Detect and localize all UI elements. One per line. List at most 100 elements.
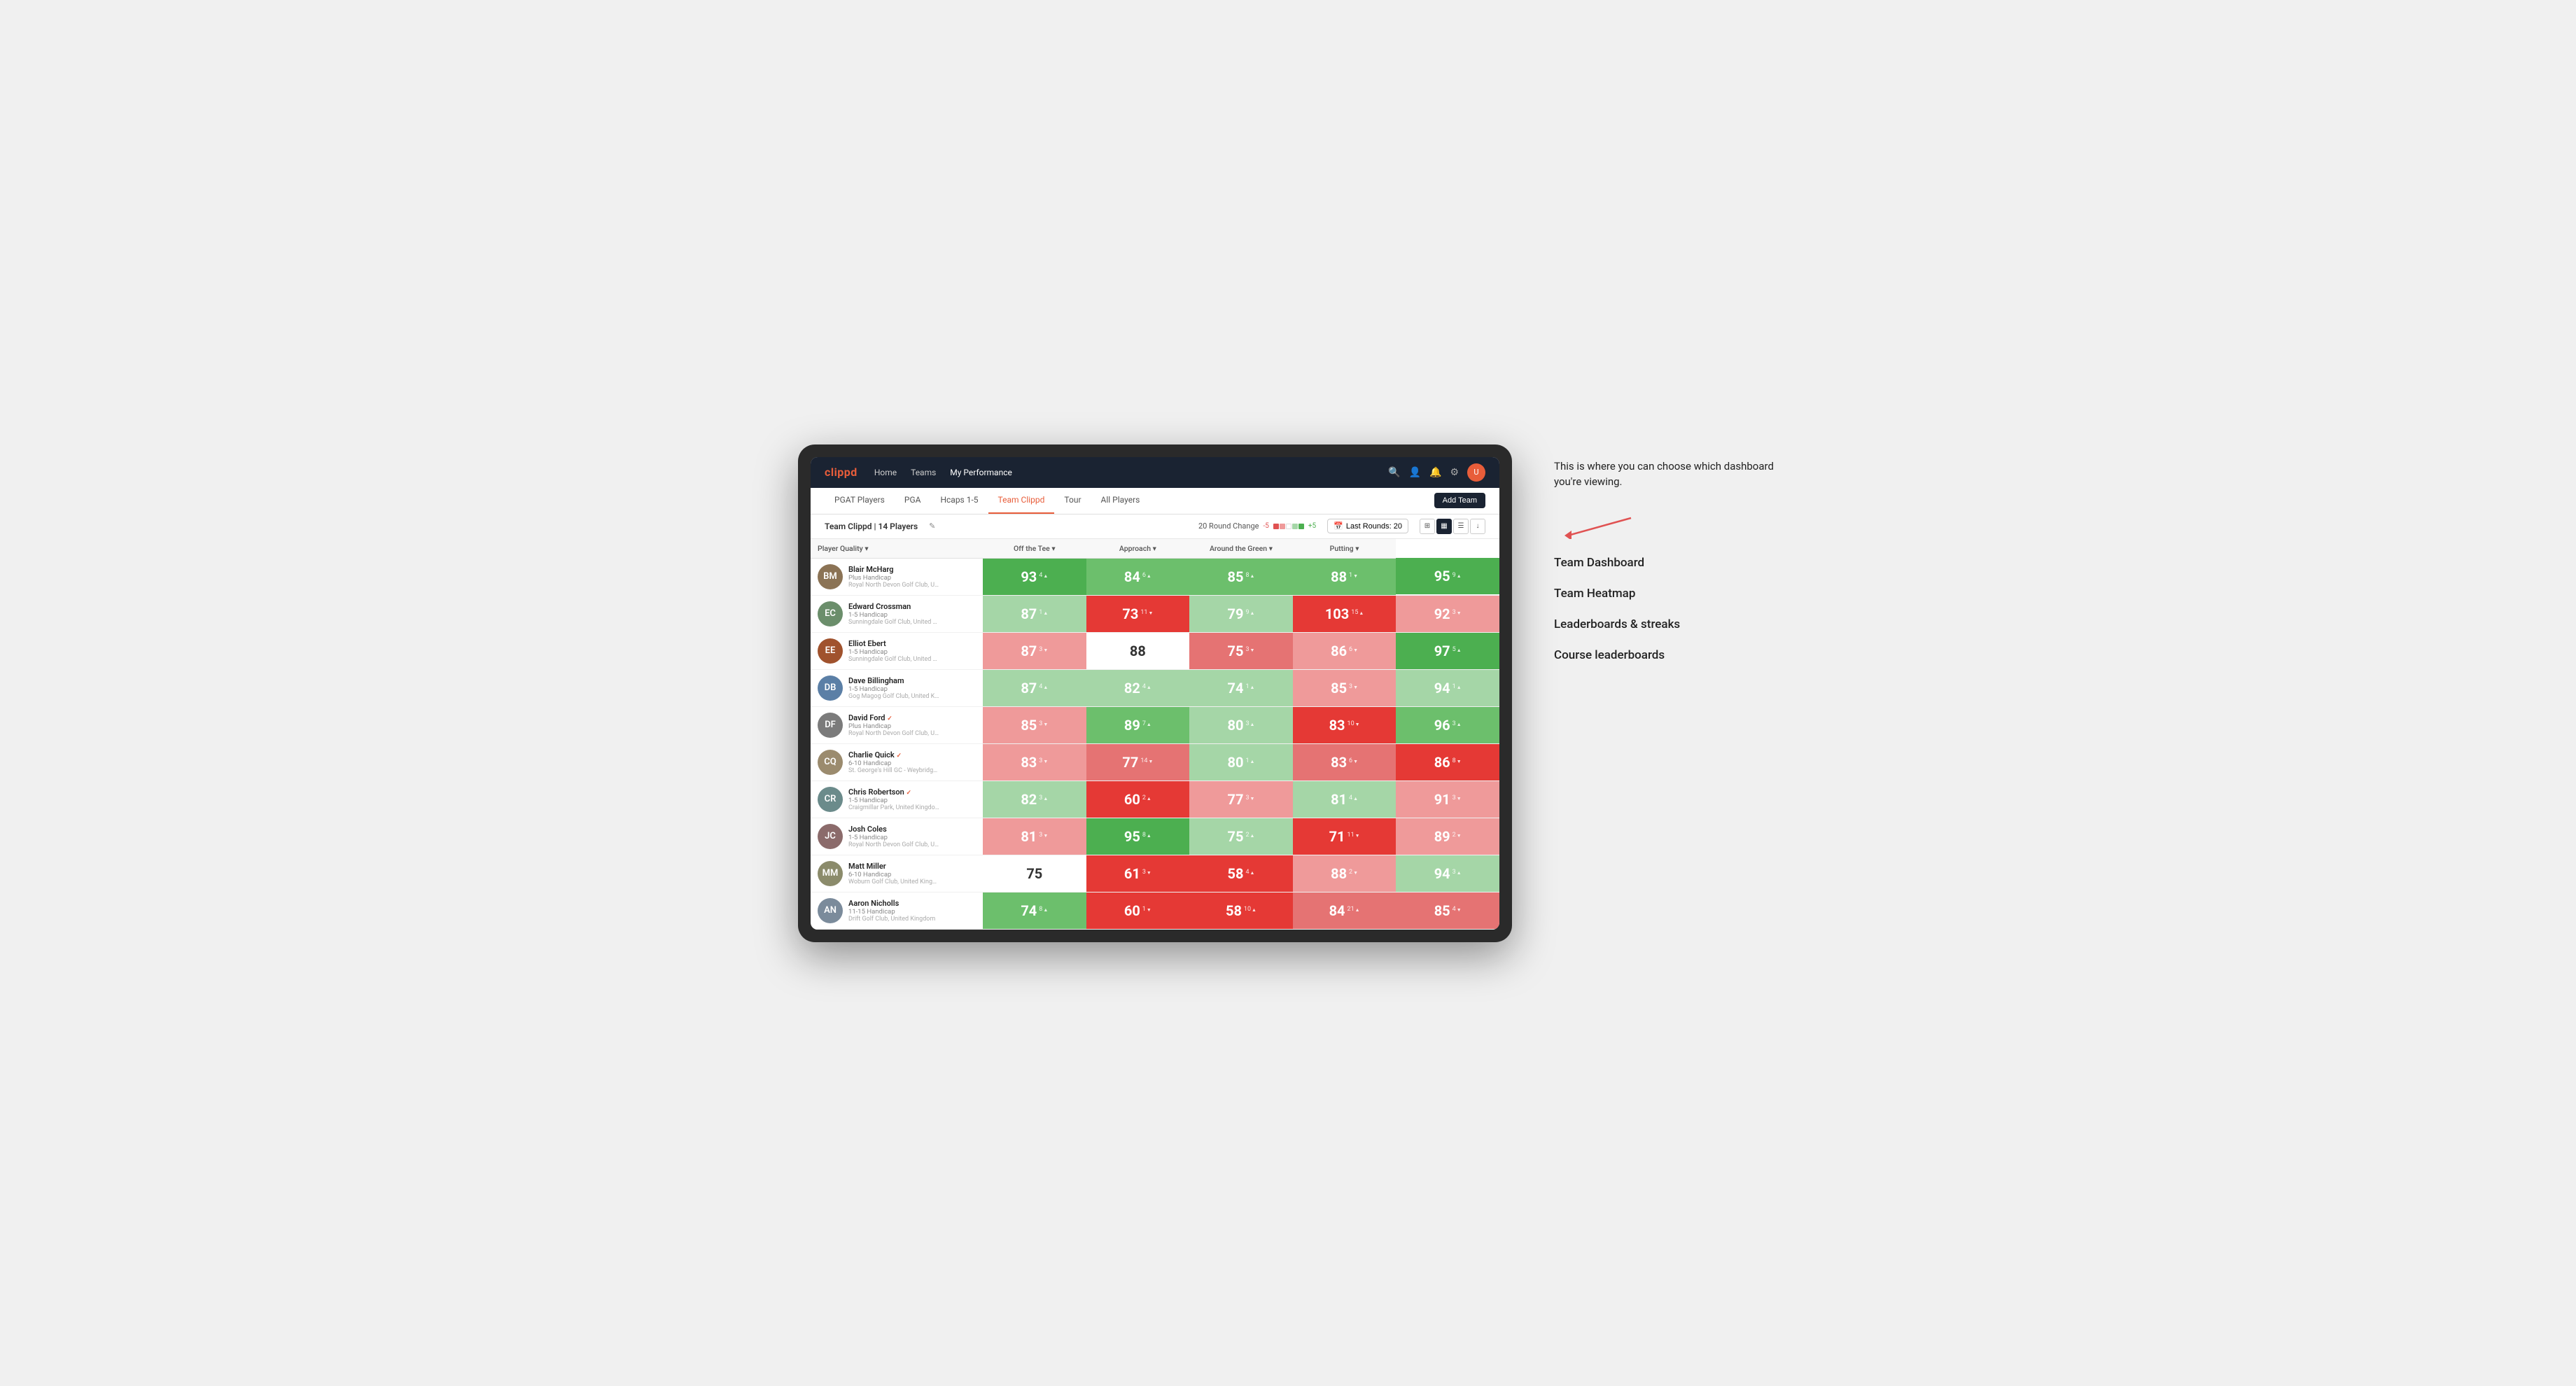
- score-cell: 84 21▲: [1293, 892, 1396, 929]
- heatmap-view-icon[interactable]: ▦: [1436, 519, 1452, 534]
- score-box: 81 3▼: [983, 818, 1086, 855]
- search-icon[interactable]: 🔍: [1388, 467, 1400, 478]
- tab-pga[interactable]: PGA: [895, 488, 931, 514]
- score-value: 83: [1329, 717, 1345, 734]
- score-value: 74: [1228, 680, 1244, 696]
- table-row[interactable]: AN Aaron Nicholls 11-15 Handicap Drift G…: [811, 892, 1499, 929]
- player-name[interactable]: Matt Miller: [848, 862, 939, 871]
- round-change: 20 Round Change -5 +5: [1198, 522, 1316, 531]
- col-putting[interactable]: Putting ▾: [1293, 539, 1396, 559]
- score-change: 3▼: [1039, 832, 1048, 841]
- player-name[interactable]: Charlie Quick ✓: [848, 750, 939, 760]
- score-value: 94: [1434, 680, 1450, 696]
- player-cell: EC Edward Crossman 1-5 Handicap Sunningd…: [811, 595, 983, 632]
- score-value: 60: [1124, 791, 1140, 808]
- player-name[interactable]: Blair McHarg: [848, 565, 939, 574]
- profile-icon[interactable]: 👤: [1409, 467, 1421, 478]
- score-cell: 81 3▼: [983, 818, 1086, 855]
- grid-view-icon[interactable]: ⊞: [1420, 519, 1435, 534]
- col-around-green[interactable]: Around the Green ▾: [1189, 539, 1293, 559]
- table-row[interactable]: DB Dave Billingham 1-5 Handicap Gog Mago…: [811, 669, 1499, 706]
- col-approach[interactable]: Approach ▾: [1086, 539, 1190, 559]
- add-team-button[interactable]: Add Team: [1434, 493, 1485, 508]
- nav-links: Home Teams My Performance: [874, 465, 1388, 480]
- player-name[interactable]: Chris Robertson ✓: [848, 788, 939, 797]
- player-table: Player Quality ▾ Off the Tee ▾ Approach …: [811, 539, 1499, 930]
- player-details: David Ford ✓ Plus Handicap Royal North D…: [848, 713, 939, 737]
- player-club: Drift Golf Club, United Kingdom: [848, 916, 935, 923]
- score-value: 80: [1228, 754, 1244, 771]
- table-row[interactable]: CQ Charlie Quick ✓ 6-10 Handicap St. Geo…: [811, 743, 1499, 780]
- player-avatar: BM: [818, 564, 843, 589]
- tab-pgat-players[interactable]: PGAT Players: [825, 488, 895, 514]
- table-row[interactable]: BM Blair McHarg Plus Handicap Royal Nort…: [811, 558, 1499, 595]
- table-row[interactable]: EC Edward Crossman 1-5 Handicap Sunningd…: [811, 595, 1499, 632]
- table-row[interactable]: DF David Ford ✓ Plus Handicap Royal Nort…: [811, 706, 1499, 743]
- score-box: 75 3▼: [1189, 633, 1293, 669]
- player-name[interactable]: Aaron Nicholls: [848, 899, 935, 908]
- score-box: 91 3▼: [1396, 781, 1499, 818]
- tab-team-clippd[interactable]: Team Clippd: [988, 488, 1055, 514]
- table-row[interactable]: JC Josh Coles 1-5 Handicap Royal North D…: [811, 818, 1499, 855]
- tab-tour[interactable]: Tour: [1054, 488, 1091, 514]
- score-value: 85: [1228, 568, 1244, 585]
- player-cell: MM Matt Miller 6-10 Handicap Woburn Golf…: [811, 855, 983, 892]
- score-cell: 95 9▲: [1396, 558, 1499, 595]
- score-cell: 75 2▲: [1189, 818, 1293, 855]
- notifications-icon[interactable]: 🔔: [1429, 467, 1441, 478]
- player-name[interactable]: Dave Billingham: [848, 676, 939, 685]
- annotation-item-dashboard: Team Dashboard: [1554, 556, 1778, 570]
- score-value: 86: [1434, 754, 1450, 771]
- score-box: 83 10▼: [1293, 707, 1396, 743]
- player-name[interactable]: Elliot Ebert: [848, 639, 939, 648]
- score-cell: 97 5▲: [1396, 632, 1499, 669]
- player-club: Royal North Devon Golf Club, United King…: [848, 841, 939, 848]
- score-value: 85: [1434, 902, 1450, 919]
- score-cell: 80 1▲: [1189, 743, 1293, 780]
- score-box: 95 8▲: [1086, 818, 1190, 855]
- player-name[interactable]: David Ford ✓: [848, 713, 939, 722]
- edit-team-icon[interactable]: ✎: [929, 522, 935, 531]
- player-club: Royal North Devon Golf Club, United King…: [848, 730, 939, 737]
- score-value: 60: [1124, 902, 1140, 919]
- score-value: 88: [1331, 568, 1347, 585]
- score-change: 2▼: [1349, 869, 1358, 878]
- score-cell: 85 3▼: [1293, 669, 1396, 706]
- tab-hcaps[interactable]: Hcaps 1-5: [930, 488, 988, 514]
- col-player-quality[interactable]: Player Quality ▾: [811, 539, 983, 559]
- table-row[interactable]: CR Chris Robertson ✓ 1-5 Handicap Craigm…: [811, 780, 1499, 818]
- list-view-icon[interactable]: ☰: [1453, 519, 1469, 534]
- score-change: 1▲: [1245, 757, 1254, 766]
- last-rounds-button[interactable]: 📅 Last Rounds: 20: [1327, 519, 1408, 533]
- score-box: 60 2▲: [1086, 781, 1190, 818]
- settings-icon[interactable]: ⚙: [1450, 467, 1459, 478]
- score-box: 96 3▲: [1396, 707, 1499, 743]
- team-name-label: Team Clippd | 14 Players: [825, 522, 918, 531]
- score-cell: 60 2▲: [1086, 780, 1190, 818]
- app-logo[interactable]: clippd: [825, 465, 858, 479]
- col-off-tee[interactable]: Off the Tee ▾: [983, 539, 1086, 559]
- nav-teams[interactable]: Teams: [911, 465, 936, 480]
- score-box: 82 3▲: [983, 781, 1086, 818]
- tab-all-players[interactable]: All Players: [1091, 488, 1150, 514]
- score-change: 2▲: [1142, 794, 1152, 804]
- nav-home[interactable]: Home: [874, 465, 897, 480]
- download-icon[interactable]: ↓: [1470, 519, 1485, 534]
- score-value: 89: [1434, 828, 1450, 845]
- score-cell: 94 1▲: [1396, 669, 1499, 706]
- table-row[interactable]: EE Elliot Ebert 1-5 Handicap Sunningdale…: [811, 632, 1499, 669]
- user-avatar[interactable]: U: [1467, 463, 1485, 482]
- table-row[interactable]: MM Matt Miller 6-10 Handicap Woburn Golf…: [811, 855, 1499, 892]
- score-change: 10▲: [1244, 906, 1256, 915]
- score-value: 91: [1434, 791, 1450, 808]
- score-box: 77 14▼: [1086, 744, 1190, 780]
- annotation-arrow: [1554, 511, 1638, 539]
- score-change: 4▲: [1039, 572, 1048, 581]
- score-box: 71 11▼: [1293, 818, 1396, 855]
- player-name[interactable]: Edward Crossman: [848, 602, 939, 611]
- score-cell: 93 4▲: [983, 558, 1086, 595]
- score-cell: 81 4▲: [1293, 780, 1396, 818]
- nav-my-performance[interactable]: My Performance: [950, 465, 1012, 480]
- score-value: 94: [1434, 865, 1450, 882]
- player-name[interactable]: Josh Coles: [848, 825, 939, 834]
